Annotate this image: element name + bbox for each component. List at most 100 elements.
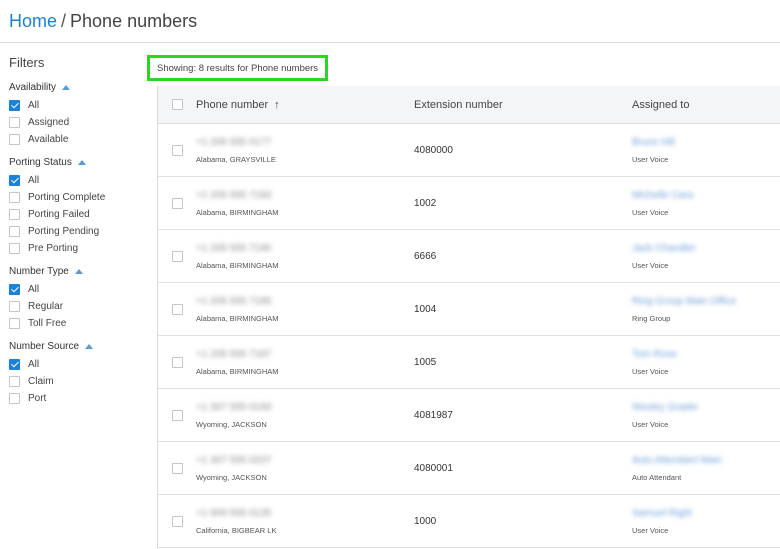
phone-cell: +1 205 555 7183 Alabama, BIRMINGHAM: [196, 190, 414, 217]
filter-option-label: Port: [28, 393, 47, 404]
assignee-link[interactable]: Samuel Right: [632, 508, 780, 522]
row-checkbox[interactable]: [171, 356, 183, 368]
phone-cell: +1 205 555 7190 Alabama, BIRMINGHAM: [196, 243, 414, 270]
filter-option[interactable]: Porting Pending: [9, 223, 139, 240]
table-row[interactable]: +1 205 555 7183 Alabama, BIRMINGHAM 1002…: [158, 177, 780, 230]
filter-checkbox[interactable]: [9, 376, 20, 387]
select-all-checkbox[interactable]: [171, 99, 183, 110]
filter-group-header[interactable]: Availability: [9, 79, 139, 95]
breadcrumb-separator: /: [61, 11, 67, 31]
filter-checkbox[interactable]: [9, 134, 20, 145]
filter-option[interactable]: Available: [9, 131, 139, 148]
phone-number-link[interactable]: +1 205 555 7187: [196, 349, 414, 363]
filter-checkbox[interactable]: [9, 209, 20, 220]
phone-number-link[interactable]: +1 205 555 0177: [196, 137, 414, 151]
table-row[interactable]: +1 307 555 0193 Wyoming, JACKSON 4081987…: [158, 389, 780, 442]
filter-option[interactable]: All: [9, 172, 139, 189]
assignee-link[interactable]: Tom Rose: [632, 349, 780, 363]
filter-option[interactable]: Regular: [9, 298, 139, 315]
table-body: +1 205 555 0177 Alabama, GRAYSVILLE 4080…: [158, 124, 780, 548]
row-select-cell: [158, 303, 196, 315]
filter-checkbox[interactable]: [9, 175, 20, 186]
filter-checkbox[interactable]: [9, 243, 20, 254]
page-header: Home / Phone numbers: [0, 0, 780, 43]
caret-up-icon[interactable]: [77, 159, 86, 165]
main-content: Showing: 8 results for Phone numbers Pho…: [147, 43, 780, 549]
table-row[interactable]: +1 205 555 0177 Alabama, GRAYSVILLE 4080…: [158, 124, 780, 177]
filter-checkbox[interactable]: [9, 301, 20, 312]
phone-location: Alabama, BIRMINGHAM: [196, 366, 279, 376]
phone-number-link[interactable]: +1 205 555 7190: [196, 243, 414, 257]
filter-checkbox[interactable]: [9, 192, 20, 203]
filter-group-header[interactable]: Porting Status: [9, 154, 139, 170]
caret-up-icon[interactable]: [62, 84, 71, 90]
row-checkbox[interactable]: [171, 515, 183, 527]
assignee-type: User Voice: [632, 260, 669, 270]
filter-group-label: Availability: [9, 81, 57, 93]
filter-checkbox[interactable]: [9, 117, 20, 128]
filter-option[interactable]: Porting Complete: [9, 189, 139, 206]
extension-cell: 1002: [414, 197, 437, 209]
filter-option[interactable]: Porting Failed: [9, 206, 139, 223]
extension-cell: 6666: [414, 250, 437, 262]
caret-up-icon[interactable]: [85, 343, 94, 349]
extension-cell: 1000: [414, 515, 437, 527]
assignee-type: Ring Group: [632, 313, 671, 323]
filter-checkbox[interactable]: [9, 284, 20, 295]
filter-option-label: Pre Porting: [28, 243, 79, 254]
phone-location: Alabama, BIRMINGHAM: [196, 313, 279, 323]
assignee-link[interactable]: Wesley Grader: [632, 402, 780, 416]
filter-option[interactable]: Claim: [9, 373, 139, 390]
arrow-up-icon[interactable]: ↑: [274, 99, 280, 111]
phone-number-link[interactable]: +1 307 555 0207: [196, 455, 414, 469]
filter-option[interactable]: All: [9, 281, 139, 298]
phone-cell: +1 205 555 7187 Alabama, BIRMINGHAM: [196, 349, 414, 376]
assignee-link[interactable]: Michelle Cara: [632, 190, 780, 204]
phone-number-link[interactable]: +1 205 555 7183: [196, 190, 414, 204]
table-row[interactable]: +1 205 555 7187 Alabama, BIRMINGHAM 1005…: [158, 336, 780, 389]
row-checkbox[interactable]: [171, 197, 183, 209]
filter-option[interactable]: All: [9, 97, 139, 114]
filter-checkbox[interactable]: [9, 393, 20, 404]
phone-number-link[interactable]: +1 205 555 7185: [196, 296, 414, 310]
table-row[interactable]: +1 909 555 0135 California, BIGBEAR LK 1…: [158, 495, 780, 548]
phone-location: California, BIGBEAR LK: [196, 525, 277, 535]
filter-option[interactable]: Pre Porting: [9, 240, 139, 257]
assignee-link[interactable]: Jack Chandler: [632, 243, 780, 257]
table-row[interactable]: +1 205 555 7190 Alabama, BIRMINGHAM 6666…: [158, 230, 780, 283]
assigned-cell: Jack Chandler User Voice: [632, 243, 780, 270]
filter-checkbox[interactable]: [9, 100, 20, 111]
filter-checkbox[interactable]: [9, 359, 20, 370]
assignee-type: User Voice: [632, 419, 669, 429]
filter-option[interactable]: Toll Free: [9, 315, 139, 332]
extension-cell: 1005: [414, 356, 437, 368]
column-header-phone[interactable]: Phone number ↑: [196, 99, 414, 111]
filter-checkbox[interactable]: [9, 226, 20, 237]
filter-option[interactable]: Port: [9, 390, 139, 407]
table-row[interactable]: +1 205 555 7185 Alabama, BIRMINGHAM 1004…: [158, 283, 780, 336]
assignee-link[interactable]: Ring Group Main Office: [632, 296, 780, 310]
row-checkbox[interactable]: [171, 250, 183, 262]
column-header-extension[interactable]: Extension number: [414, 99, 632, 111]
assignee-link[interactable]: Bruce Hill: [632, 137, 780, 151]
row-checkbox[interactable]: [171, 409, 183, 421]
row-select-cell: [158, 144, 196, 156]
row-checkbox[interactable]: [171, 462, 183, 474]
filter-checkbox[interactable]: [9, 318, 20, 329]
filter-option[interactable]: Assigned: [9, 114, 139, 131]
caret-up-icon[interactable]: [74, 268, 83, 274]
breadcrumb-home-link[interactable]: Home: [9, 11, 57, 31]
filter-group-header[interactable]: Number Source: [9, 338, 139, 354]
column-header-assigned[interactable]: Assigned to: [632, 99, 780, 111]
filter-option-label: All: [28, 284, 40, 295]
filter-group: Porting Status All Porting Complete Porting…: [9, 154, 139, 257]
phone-number-link[interactable]: +1 307 555 0193: [196, 402, 414, 416]
filter-option[interactable]: All: [9, 356, 139, 373]
table-row[interactable]: +1 307 555 0207 Wyoming, JACKSON 4080001…: [158, 442, 780, 495]
row-checkbox[interactable]: [171, 144, 183, 156]
filter-group-header[interactable]: Number Type: [9, 263, 139, 279]
phone-number-link[interactable]: +1 909 555 0135: [196, 508, 414, 522]
assignee-link[interactable]: Auto Attendant Main: [632, 455, 780, 469]
row-checkbox[interactable]: [171, 303, 183, 315]
assignee-type: User Voice: [632, 366, 669, 376]
